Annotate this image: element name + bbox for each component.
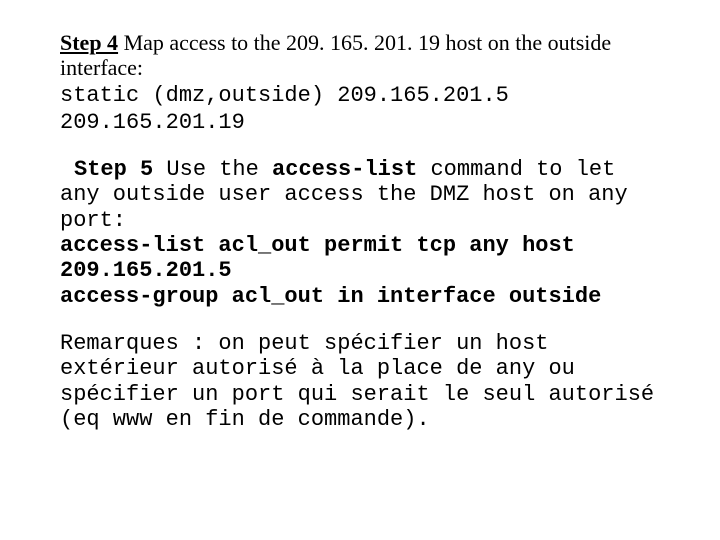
step5-command1: access-list acl_out permit tcp any host … <box>60 233 575 283</box>
step4-label: Step 4 <box>60 30 118 55</box>
step5-paragraph: Step 5 Use the access-list command to le… <box>60 157 660 309</box>
step5-command2: access-group acl_out in interface outsid… <box>60 284 601 309</box>
step5-use-the: Use the <box>153 157 272 182</box>
step5-cmdname: access-list <box>272 157 417 182</box>
document-page: Step 4 Map access to the 209. 165. 201. … <box>0 0 720 432</box>
step4-command: static (dmz,outside) 209.165.201.5 209.1… <box>60 83 509 135</box>
step4-paragraph: Step 4 Map access to the 209. 165. 201. … <box>60 30 660 135</box>
step5-label: Step 5 <box>74 157 153 182</box>
step4-label-underline: Step 4 <box>60 30 118 55</box>
step4-desc: Map access to the 209. 165. 201. 19 host… <box>60 30 611 80</box>
remarks-paragraph: Remarques : on peut spécifier un host ex… <box>60 331 660 432</box>
